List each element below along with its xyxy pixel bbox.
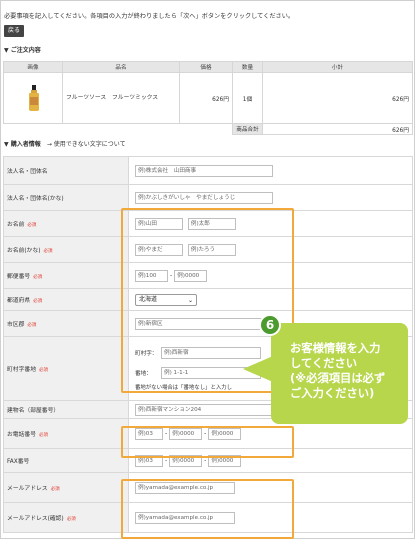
total-value: 626円 — [262, 123, 413, 135]
header-product: 品名 — [62, 61, 180, 73]
phone-label: お電話番号 — [7, 432, 36, 438]
callout-line: ご入力ください) — [290, 387, 375, 400]
total-label: 商品合計 — [232, 123, 263, 135]
name-kana-label: お名前(かな) — [7, 248, 41, 254]
required-badge: 必須 — [33, 275, 43, 280]
highlight-phone — [121, 426, 294, 458]
required-badge: 必須 — [50, 487, 60, 492]
callout-text: お客様情報を入力 してください (※必須項目は必ず ご入力ください) — [290, 341, 406, 401]
row-company: 法人名・団体名 例)株式会社 山田商事 — [3, 156, 413, 185]
callout-line: (※必須項目は必ず — [290, 372, 386, 385]
email-label: メールアドレス — [7, 486, 48, 492]
required-badge: 必須 — [27, 223, 37, 228]
town-label: 町村字番地 — [7, 367, 36, 373]
company-label: 法人名・団体名 — [3, 156, 129, 185]
order-section-title: ▼ ご注文内容 — [4, 47, 41, 54]
order-total-row: 商品合計 626円 — [4, 123, 413, 135]
product-quantity: 1個 — [232, 72, 263, 124]
zip-label: 郵便番号 — [7, 274, 31, 280]
header-quantity: 数量 — [232, 61, 263, 73]
name-label: お名前 — [7, 222, 25, 228]
fax-separator: - — [204, 457, 207, 464]
required-badge: 必須 — [39, 433, 48, 438]
product-subtotal: 626円 — [262, 72, 413, 124]
pref-label: 都道府県 — [7, 298, 31, 304]
order-table-header: 画像 品名 価格 数量 小計 — [3, 61, 413, 73]
product-price: 626円 — [179, 72, 233, 124]
order-table: 画像 品名 価格 数量 小計 フルーツソース フルーツミックス 626円 1個 … — [3, 61, 413, 135]
fax-label: FAX番号 — [3, 448, 129, 473]
company-input[interactable]: 例)株式会社 山田商事 — [135, 164, 273, 177]
bottle-icon — [29, 85, 39, 111]
product-image-cell — [3, 72, 63, 124]
product-image — [4, 73, 62, 123]
highlight-email — [121, 479, 294, 539]
instruction-text: 必要事項を記入してください。各項目の入力が終わりましたら「次へ」ボタンをクリック… — [4, 13, 295, 20]
callout-line: してください — [290, 357, 358, 370]
header-price: 価格 — [179, 61, 233, 73]
order-row: フルーツソース フルーツミックス 626円 1個 626円 — [3, 72, 413, 124]
required-badge: 必須 — [33, 299, 43, 304]
product-name[interactable]: フルーツソース フルーツミックス — [62, 72, 180, 124]
city-label: 市区郡 — [7, 322, 25, 328]
row-company-kana: 法人名・団体名(かな) 例)かぶしきがいしゃ やまだしょうじ — [3, 184, 413, 211]
callout-line: お客様情報を入力 — [290, 342, 381, 355]
step-number-badge: 6 — [259, 314, 281, 336]
required-badge: 必須 — [66, 517, 76, 522]
header-image: 画像 — [3, 61, 63, 73]
header-subtotal: 小計 — [262, 61, 413, 73]
order-form-page: 必要事項を記入してください。各項目の入力が終わりましたら「次へ」ボタンをクリック… — [0, 0, 415, 539]
unusable-chars-link[interactable]: → 使用できない文字について — [47, 141, 126, 148]
building-label: 建物名（部屋番号） — [3, 400, 129, 419]
buyer-section-title-text: ▼ 購入者情報 — [4, 141, 41, 148]
required-badge: 必須 — [39, 368, 48, 373]
company-kana-label: 法人名・団体名(かな) — [3, 184, 129, 211]
buyer-section-title: ▼ 購入者情報 → 使用できない文字について — [4, 139, 126, 148]
required-badge: 必須 — [43, 249, 53, 254]
required-badge: 必須 — [27, 323, 37, 328]
back-button[interactable]: 戻る — [4, 25, 24, 37]
building-input[interactable]: 例)西新宿マンション204 — [135, 403, 273, 416]
callout-tail — [243, 356, 273, 382]
email-confirm-label: メールアドレス(確認) — [7, 516, 64, 522]
fax-separator: - — [165, 457, 168, 464]
company-kana-input[interactable]: 例)かぶしきがいしゃ やまだしょうじ — [135, 191, 273, 204]
